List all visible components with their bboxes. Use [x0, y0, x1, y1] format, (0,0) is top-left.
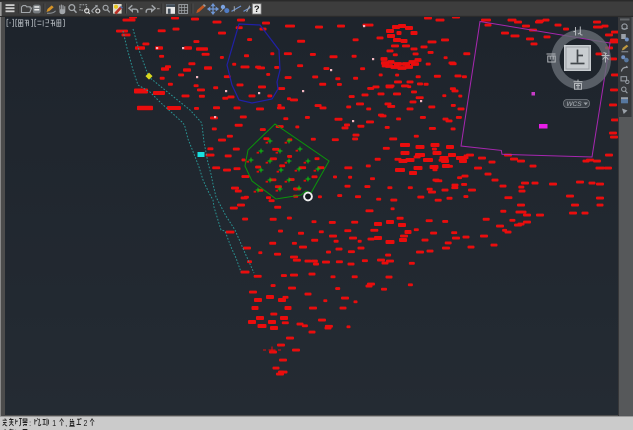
svg-text::: : [29, 419, 31, 429]
svg-text:WCS: WCS [566, 101, 582, 108]
svg-text:1: 1 [52, 419, 56, 429]
svg-text:2: 2 [84, 419, 88, 429]
svg-text:,: , [65, 419, 67, 429]
svg-text:?: ? [254, 4, 260, 15]
